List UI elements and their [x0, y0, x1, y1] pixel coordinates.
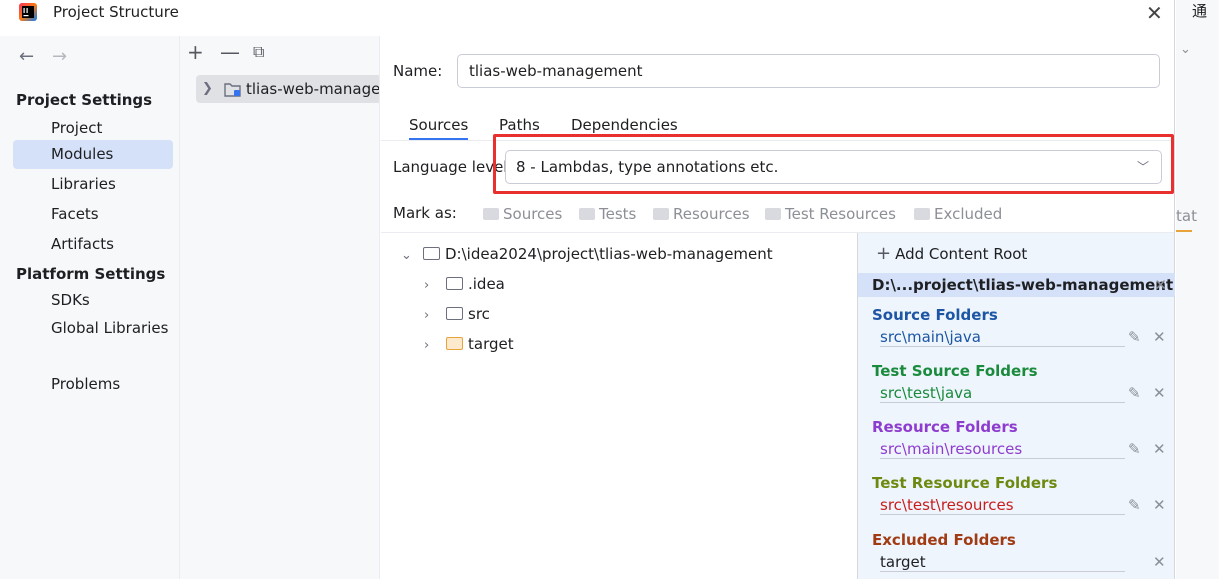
remove-icon[interactable]: ✕ [1153, 553, 1166, 571]
nav-item-facets[interactable]: Facets [13, 200, 173, 229]
tab-sources[interactable]: Sources [409, 116, 469, 140]
module-item[interactable]: ❯ tlias-web-management [196, 75, 380, 103]
module-name-input[interactable]: tlias-web-management [457, 54, 1160, 88]
tree-row-src[interactable]: › src [424, 305, 490, 323]
window-title: Project Structure [53, 3, 179, 21]
title-bar: Project Structure ✕ [0, 0, 1175, 25]
background-tab-fragment: tat [1176, 207, 1197, 225]
edit-pencil-icon[interactable]: ✎ [1128, 440, 1141, 458]
tab-dependencies[interactable]: Dependencies [571, 116, 678, 134]
remove-icon[interactable]: ✕ [1153, 328, 1166, 346]
mark-excluded-button[interactable]: Excluded [914, 205, 1002, 223]
excluded-folder-value: target [880, 553, 1125, 572]
resource-folder-value: src\main\resources [880, 440, 1125, 459]
mark-sources-button[interactable]: Sources [483, 205, 562, 223]
chevron-down-icon: ⌄ [1180, 42, 1191, 57]
background-glyph: 通 [1192, 2, 1208, 20]
folder-icon [446, 307, 463, 320]
name-label: Name: [393, 62, 443, 80]
remove-icon[interactable]: ✕ [1153, 496, 1166, 514]
content-root-path[interactable]: D:\...project\tlias-web-management ✕ [858, 273, 1175, 297]
tree-row-root[interactable]: ⌄ D:\idea2024\project\tlias-web-managemen… [401, 245, 773, 263]
mark-as-label: Mark as: [393, 204, 457, 222]
module-list-panel: + — ⧉ ❯ tlias-web-management [180, 36, 380, 579]
folder-icon [483, 208, 499, 220]
tab-paths[interactable]: Paths [499, 116, 540, 134]
chevron-down-icon[interactable]: ⌄ [401, 248, 423, 263]
resource-folders-heading: Resource Folders [872, 418, 1018, 436]
folder-icon [446, 277, 463, 290]
back-arrow-icon[interactable]: ← [19, 46, 34, 67]
test-resource-folders-heading: Test Resource Folders [872, 474, 1058, 492]
excluded-folder-icon [446, 337, 463, 350]
nav-item-libraries[interactable]: Libraries [13, 170, 173, 199]
nav-item-global-libraries[interactable]: Global Libraries [13, 314, 173, 343]
forward-arrow-icon[interactable]: → [52, 46, 67, 67]
remove-icon[interactable]: — [220, 40, 240, 64]
project-structure-dialog: Project Structure ✕ ← → Project Settings… [0, 0, 1175, 579]
folder-icon [765, 208, 781, 220]
remove-root-icon[interactable]: ✕ [1154, 273, 1167, 297]
test-resource-folder-value: src\test\resources [880, 496, 1125, 515]
folder-icon [579, 208, 595, 220]
chevron-right-icon[interactable]: ❯ [202, 75, 213, 103]
module-item-label: tlias-web-management [246, 80, 380, 98]
source-folders-heading: Source Folders [872, 306, 998, 324]
module-folder-icon [224, 83, 241, 97]
project-settings-heading: Project Settings [16, 91, 153, 109]
tree-row-target[interactable]: › target [424, 335, 514, 353]
annotation-highlight-box [493, 134, 1174, 194]
excluded-folders-heading: Excluded Folders [872, 531, 1016, 549]
background-tab-underline [1176, 230, 1192, 232]
chevron-right-icon[interactable]: › [424, 338, 446, 353]
intellij-logo-icon [19, 3, 37, 21]
plus-icon: + [876, 243, 892, 264]
nav-item-sdks[interactable]: SDKs [13, 286, 173, 315]
test-source-folder-value: src\test\java [880, 384, 1125, 403]
content-roots-panel: + Add Content Root D:\...project\tlias-we… [857, 233, 1175, 579]
chevron-right-icon[interactable]: › [424, 308, 446, 323]
edit-pencil-icon[interactable]: ✎ [1128, 384, 1141, 402]
background-window: 通 ⌄ tat [1176, 0, 1219, 579]
nav-item-project[interactable]: Project [13, 114, 173, 143]
close-icon[interactable]: ✕ [1146, 1, 1163, 25]
settings-nav: ← → Project Settings Project Modules Lib… [0, 36, 180, 579]
folder-icon [653, 208, 669, 220]
tree-row-idea[interactable]: › .idea [424, 275, 505, 293]
mark-tests-button[interactable]: Tests [579, 205, 636, 223]
nav-item-problems[interactable]: Problems [13, 370, 173, 399]
module-details: Name: tlias-web-management Sources Paths… [381, 36, 1175, 579]
source-folder-value: src\main\java [880, 328, 1125, 347]
add-content-root-button[interactable]: + Add Content Root [876, 243, 1027, 264]
mark-test-resources-button[interactable]: Test Resources [765, 205, 896, 223]
folder-icon [914, 208, 930, 220]
mark-resources-button[interactable]: Resources [653, 205, 750, 223]
add-icon[interactable]: + [187, 40, 204, 64]
edit-pencil-icon[interactable]: ✎ [1128, 496, 1141, 514]
folder-icon [423, 247, 440, 260]
nav-item-artifacts[interactable]: Artifacts [13, 230, 173, 259]
test-source-folders-heading: Test Source Folders [872, 362, 1038, 380]
remove-icon[interactable]: ✕ [1153, 440, 1166, 458]
platform-settings-heading: Platform Settings [16, 265, 166, 283]
chevron-right-icon[interactable]: › [424, 278, 446, 293]
copy-icon[interactable]: ⧉ [253, 42, 264, 62]
remove-icon[interactable]: ✕ [1153, 384, 1166, 402]
nav-item-modules[interactable]: Modules [13, 140, 173, 169]
edit-pencil-icon[interactable]: ✎ [1128, 328, 1141, 346]
